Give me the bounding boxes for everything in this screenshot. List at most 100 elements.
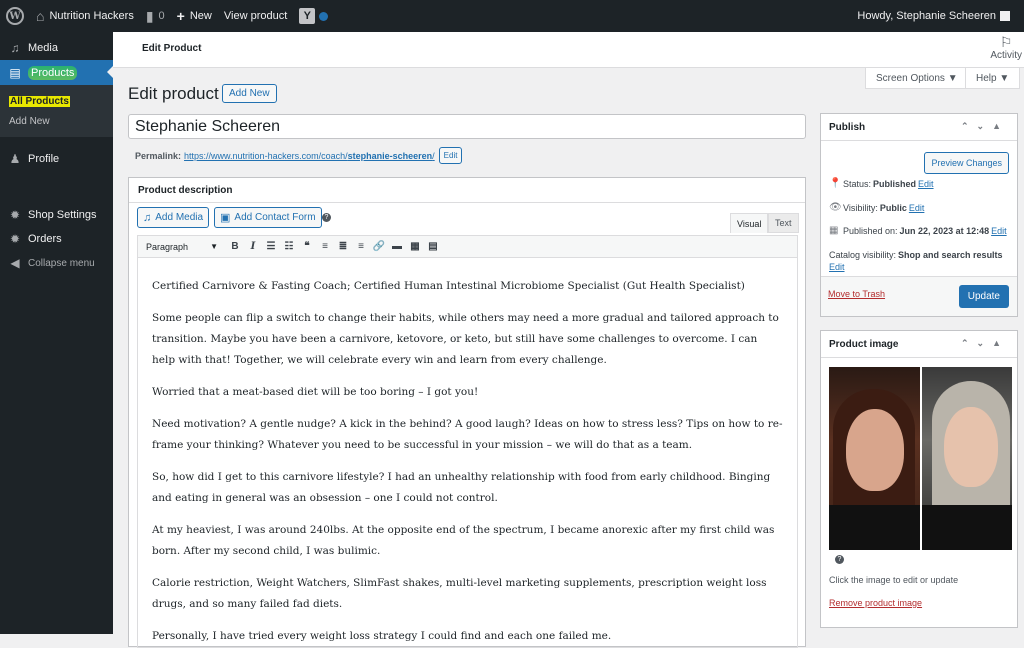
box-title: Product description — [129, 178, 805, 203]
remove-product-image-link[interactable]: Remove product image — [829, 598, 922, 608]
collapse-menu-button[interactable]: ◀ Collapse menu — [0, 251, 113, 275]
home-icon: ⌂ — [36, 8, 45, 24]
catalog-visibility-row: Catalog visibility: Shop and search resul… — [829, 250, 1003, 273]
wordpress-icon: W — [6, 7, 24, 25]
gear-icon: ✹ — [9, 208, 21, 222]
comments-link[interactable]: ▮ 0 — [140, 0, 171, 32]
paragraph: Certified Carnivore & Fasting Coach; Cer… — [152, 280, 745, 292]
read-more-icon[interactable]: ▬ — [388, 241, 406, 252]
form-icon: ▣ — [220, 212, 231, 224]
publish-box: Publish ⌃⌄▲ Preview Changes 📍 Status: Publi… — [820, 113, 1018, 317]
help-icon[interactable]: ? — [835, 555, 844, 564]
add-contact-form-button[interactable]: ▣ Add Contact Form — [214, 207, 322, 228]
blockquote-icon[interactable]: ❝ — [298, 241, 316, 252]
sidebar-item-products[interactable]: ▤ Products — [0, 60, 113, 85]
view-product-link[interactable]: View product — [218, 0, 293, 32]
edit-catalog-visibility-link[interactable]: Edit — [829, 261, 845, 273]
paragraph: At my heaviest, I was around 240lbs. At … — [152, 524, 775, 557]
update-button[interactable]: Update — [958, 285, 1009, 308]
edit-permalink-button[interactable]: Edit — [438, 147, 463, 164]
sidebar-item-profile[interactable]: ♟ Profile — [0, 147, 113, 171]
photo-right — [921, 367, 1012, 550]
bullet-list-icon[interactable]: ☰ — [262, 241, 280, 252]
align-right-icon[interactable]: ≡ — [352, 241, 370, 252]
chevron-down-icon: ▼ — [210, 242, 218, 251]
toolbar-toggle-icon[interactable]: ▤ — [424, 241, 442, 252]
italic-icon[interactable]: I — [244, 241, 262, 252]
align-left-icon[interactable]: ≡ — [316, 241, 334, 252]
admin-bar: W ⌂ Nutrition Hackers ▮ 0 + New View produc… — [0, 0, 1024, 32]
edit-status-link[interactable]: Edit — [918, 179, 934, 189]
product-image[interactable] — [829, 367, 1012, 550]
products-submenu: All Products Add New — [0, 85, 113, 137]
comment-icon: ▮ — [145, 7, 154, 24]
bold-icon[interactable]: B — [226, 241, 244, 252]
link-icon[interactable]: 🔗 — [370, 241, 388, 252]
box-controls-icon[interactable]: ⌃⌄▲ — [961, 121, 1009, 132]
status-row: 📍 Status: Published Edit — [829, 178, 934, 189]
notification-dot-icon — [319, 11, 329, 21]
header-title: Edit Product — [142, 43, 202, 54]
paragraph: Personally, I have tried every weight lo… — [152, 630, 612, 642]
media-icon: ♫ — [10, 41, 20, 55]
avatar — [1000, 11, 1010, 21]
tab-text[interactable]: Text — [768, 213, 799, 233]
help-icon[interactable]: ? — [322, 213, 331, 222]
edit-date-link[interactable]: Edit — [991, 226, 1007, 236]
sidebar-item-shop-settings[interactable]: ✹ Shop Settings — [0, 203, 113, 227]
numbered-list-icon[interactable]: ☷ — [280, 241, 298, 252]
add-media-button[interactable]: ♫ Add Media — [137, 207, 210, 228]
fullscreen-icon[interactable]: ▦ — [406, 241, 424, 252]
visibility-row: 👁 Visibility: Public Edit — [829, 202, 925, 213]
yoast-icon: Y — [299, 8, 316, 24]
sidebar-item-media[interactable]: ♫ Media — [0, 36, 113, 60]
edit-visibility-link[interactable]: Edit — [909, 203, 925, 213]
sidebar-item-orders[interactable]: ✹ Orders — [0, 227, 113, 251]
permalink: Permalink: https://www.nutrition-hackers… — [135, 147, 463, 164]
page-header-bar: Edit Product ⚐ Activity — [113, 32, 1024, 68]
align-center-icon[interactable]: ≣ — [334, 241, 352, 252]
paragraph: Need motivation? A gentle nudge? A kick … — [152, 418, 783, 451]
plus-icon: + — [176, 8, 185, 24]
move-to-trash-link[interactable]: Move to Trash — [828, 289, 885, 299]
activity-button[interactable]: ⚐ Activity — [990, 34, 1022, 61]
box-controls-icon[interactable]: ⌃⌄▲ — [961, 338, 1009, 349]
help-button[interactable]: Help ▼ — [965, 68, 1021, 89]
site-name-link[interactable]: ⌂ Nutrition Hackers — [30, 0, 140, 32]
wp-logo-menu[interactable]: W — [0, 0, 30, 32]
tab-visual[interactable]: Visual — [730, 213, 769, 233]
user-icon: ♟ — [9, 152, 21, 166]
paragraph: So, how did I get to this carnivore life… — [152, 471, 771, 504]
image-hint: Click the image to edit or update — [829, 575, 959, 585]
media-icon: ♫ — [143, 211, 152, 224]
product-image-box-title: Product image ⌃⌄▲ — [821, 331, 1017, 358]
paragraph: Worried that a meat-based diet will be t… — [152, 386, 479, 398]
calendar-icon: ▦ — [829, 225, 839, 236]
publish-box-title: Publish ⌃⌄▲ — [821, 114, 1017, 141]
gear-icon: ✹ — [9, 232, 21, 246]
submenu-add-new[interactable]: Add New — [0, 111, 113, 131]
admin-sidebar: ♫ Media ▤ Products All Products Add New ♟ P… — [0, 32, 113, 634]
pin-icon: 📍 — [829, 178, 842, 189]
editor-content[interactable]: Certified Carnivore & Fasting Coach; Cer… — [137, 258, 798, 648]
product-image-box: Product image ⌃⌄▲ ? Click the image to ed… — [820, 330, 1018, 628]
format-select[interactable]: Paragraph ▼ — [142, 238, 222, 255]
add-new-button[interactable]: Add New — [222, 84, 277, 103]
product-title-input[interactable]: Stephanie Scheeren — [128, 114, 806, 139]
collapse-icon: ◀ — [10, 256, 20, 270]
paragraph: Calorie restriction, Weight Watchers, Sl… — [152, 577, 767, 610]
screen-options-button[interactable]: Screen Options ▼ — [865, 68, 969, 89]
submenu-all-products[interactable]: All Products — [0, 91, 113, 111]
account-menu[interactable]: Howdy, Stephanie Scheeren — [857, 0, 1010, 32]
published-date-row: ▦ Published on: Jun 22, 2023 at 12:48 Edit — [829, 225, 1007, 236]
editor-toolbar: Paragraph ▼ B I ☰ ☷ ❝ ≡ ≣ ≡ 🔗 ▬ ▦ ▤ — [137, 235, 798, 258]
eye-icon: 👁 — [829, 202, 842, 213]
new-content-link[interactable]: + New — [171, 0, 218, 32]
yoast-menu[interactable]: Y — [293, 0, 334, 32]
permalink-link[interactable]: https://www.nutrition-hackers.com/coach/… — [184, 151, 435, 161]
product-description-box: Product description ♫ Add Media ▣ Add Cont… — [128, 177, 806, 648]
preview-changes-button[interactable]: Preview Changes — [924, 152, 1009, 174]
products-icon: ▤ — [9, 65, 21, 80]
flag-icon: ⚐ — [999, 34, 1013, 50]
publish-actions: Move to Trash Update — [821, 276, 1017, 316]
